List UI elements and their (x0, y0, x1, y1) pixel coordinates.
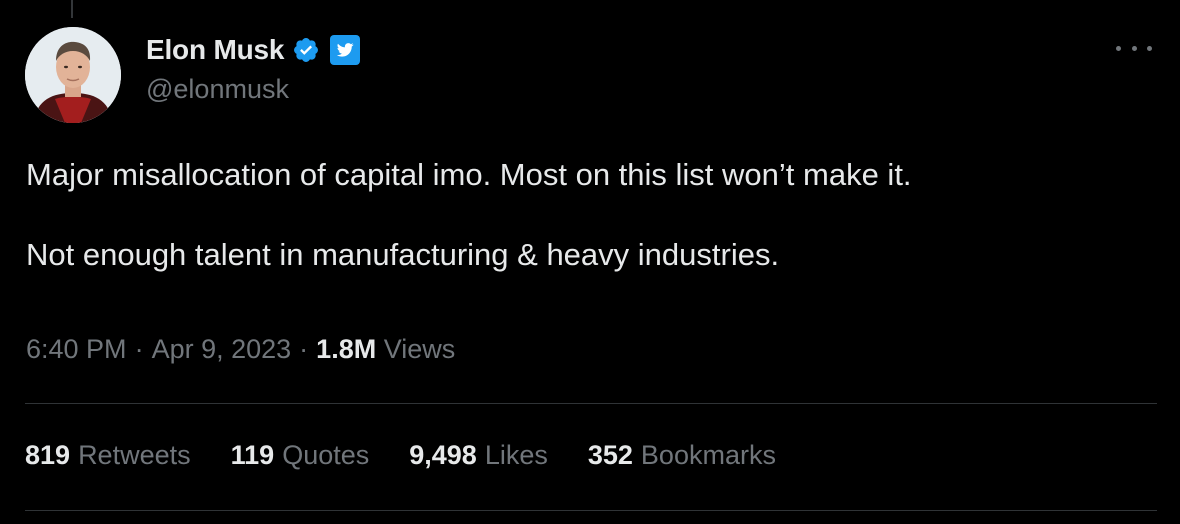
stat-retweets[interactable]: 819 Retweets (25, 440, 191, 471)
stat-quotes[interactable]: 119 Quotes (231, 440, 370, 471)
twitter-bird-icon (330, 35, 361, 65)
divider (25, 510, 1157, 511)
tweet-meta: 6:40 PM · Apr 9, 2023 · 1.8M Views (26, 334, 455, 365)
more-dot (1116, 45, 1121, 51)
stat-label: Likes (484, 440, 548, 470)
more-options-icon[interactable] (1116, 36, 1152, 60)
stat-count: 119 (230, 440, 275, 470)
author-name-row: Elon Musk (146, 30, 361, 70)
views-label: Views (383, 334, 456, 364)
tweet-date[interactable]: Apr 9, 2023 (152, 334, 292, 364)
author-name[interactable]: Elon Musk (146, 34, 284, 66)
stat-count: 352 (587, 440, 633, 470)
more-dot (1131, 45, 1137, 51)
engagement-stats: 819 Retweets 119 Quotes 9,498 Likes 352 Book… (25, 440, 816, 471)
stat-label: Quotes (282, 440, 370, 470)
divider (25, 403, 1157, 404)
tweet-paragraph: Not enough talent in manufacturing & hea… (26, 237, 780, 272)
avatar-image (25, 27, 121, 123)
tweet-body: Major misallocation of capital imo. Most… (26, 156, 1146, 274)
meta-separator: · (299, 334, 309, 364)
author-handle[interactable]: @elonmusk (146, 74, 360, 105)
meta-separator: · (134, 334, 144, 364)
more-dot (1147, 45, 1152, 51)
tweet-header: Elon Musk @elonmusk (146, 30, 361, 105)
tweet-time[interactable]: 6:40 PM (26, 334, 127, 364)
stat-bookmarks[interactable]: 352 Bookmarks (588, 440, 776, 471)
stat-count: 819 (25, 440, 71, 470)
stat-count: 9,498 (409, 440, 477, 470)
stat-label: Bookmarks (640, 440, 776, 470)
thread-connector-line (71, 0, 73, 18)
stat-label: Retweets (78, 440, 191, 470)
tweet-paragraph: Major misallocation of capital imo. Most… (26, 157, 912, 192)
verified-badge-icon[interactable] (292, 36, 320, 64)
avatar[interactable] (25, 27, 121, 123)
stat-likes[interactable]: 9,498 Likes (409, 440, 548, 471)
views-count: 1.8M (316, 334, 377, 364)
